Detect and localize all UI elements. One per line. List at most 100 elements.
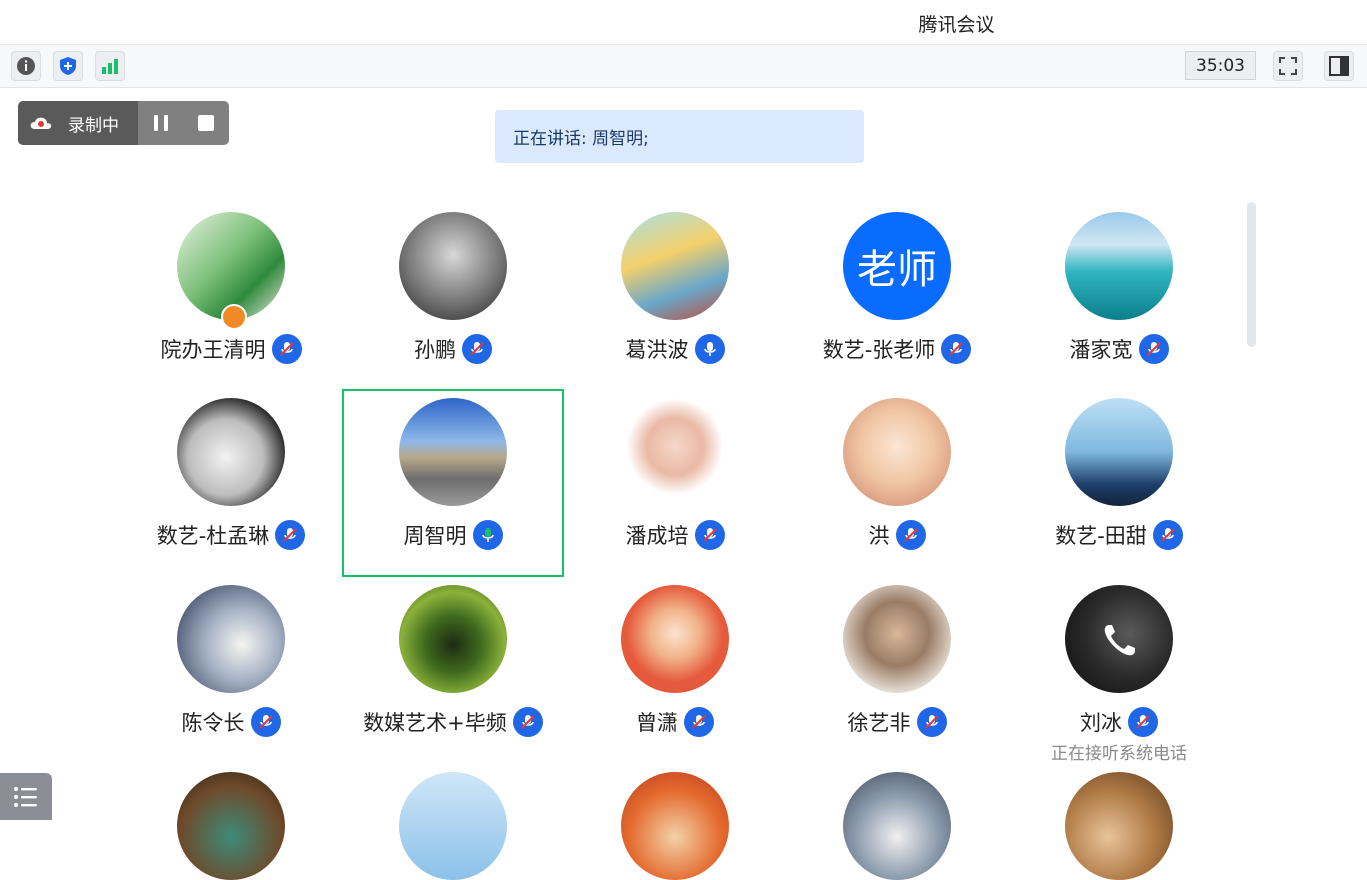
fullscreen-button[interactable] — [1273, 51, 1303, 81]
phone-call-icon — [1104, 625, 1135, 656]
avatar: 老师 — [843, 212, 951, 320]
mic-muted-icon — [1128, 707, 1158, 737]
participant-name: 数艺-张老师 — [822, 338, 936, 362]
avatar — [621, 585, 729, 693]
network-status-button[interactable] — [95, 51, 125, 81]
meeting-toolbar: 35:03 — [0, 44, 1367, 88]
pause-recording-button[interactable] — [150, 112, 172, 134]
participant-name: 曾潇 — [636, 711, 678, 735]
recording-label: 录制中 — [68, 115, 119, 136]
mic-muted-icon — [694, 520, 725, 550]
mic-muted-icon — [895, 520, 926, 550]
participant-name-row: 洪 — [786, 520, 1008, 550]
avatar — [843, 585, 951, 693]
participant-name: 刘冰 — [1080, 711, 1122, 735]
mic-muted-icon — [271, 334, 302, 364]
participant-name-row: 潘家宽 — [1008, 334, 1230, 364]
signal-icon — [102, 59, 118, 74]
avatar — [399, 585, 507, 693]
avatar — [621, 212, 729, 320]
participant-name-row: 数媒艺术+毕频 — [342, 707, 564, 737]
avatar — [621, 398, 729, 506]
participant-name: 洪 — [868, 524, 890, 548]
mic-muted-icon — [275, 520, 306, 550]
mic-on-icon — [694, 334, 725, 364]
participant-tile[interactable]: 潘成培 — [564, 390, 786, 578]
toggle-sidebar-button[interactable] — [1324, 51, 1354, 81]
list-icon — [14, 786, 37, 807]
participant-tile[interactable]: 刘冰 正在接听系统电话 — [1008, 577, 1230, 765]
shield-icon — [60, 57, 76, 75]
avatar — [177, 398, 285, 506]
participant-name: 潘成培 — [625, 524, 689, 548]
participant-name-row: 数艺-杜孟琳 — [120, 520, 342, 550]
participant-name-row: 数艺-张老师 — [786, 334, 1008, 364]
mic-muted-icon — [462, 334, 492, 364]
avatar — [1065, 585, 1173, 693]
participant-tile[interactable]: 陈令长 — [120, 577, 342, 765]
scrollbar[interactable] — [1247, 202, 1256, 347]
recording-controls: 录制中 — [18, 101, 229, 145]
avatar[interactable] — [1065, 772, 1173, 880]
avatar — [1065, 212, 1173, 320]
participant-name-row: 周智明 — [342, 520, 564, 550]
avatar — [399, 398, 507, 506]
participant-name: 周智明 — [403, 524, 467, 548]
meeting-timer: 35:03 — [1185, 51, 1256, 80]
participant-name: 孙鹏 — [414, 338, 456, 362]
mic-speaking-icon — [472, 520, 503, 550]
participant-status-text: 正在接听系统电话 — [1051, 744, 1187, 764]
avatar — [1065, 398, 1173, 506]
participant-name: 院办王清明 — [160, 338, 266, 362]
participant-name-row: 葛洪波 — [564, 334, 786, 364]
participant-tile[interactable]: 孙鹏 — [342, 204, 564, 392]
avatar[interactable] — [843, 772, 951, 880]
participant-tile[interactable]: 洪 — [786, 390, 1008, 578]
avatar — [177, 585, 285, 693]
participant-tile[interactable]: 老师 数艺-张老师 — [786, 204, 1008, 392]
mic-muted-icon — [1152, 520, 1183, 550]
participant-name: 徐艺非 — [847, 711, 911, 735]
mic-muted-icon — [512, 707, 543, 737]
participant-tile[interactable]: 数媒艺术+毕频 — [342, 577, 564, 765]
mic-muted-icon — [250, 707, 281, 737]
fullscreen-icon — [1279, 57, 1297, 75]
participant-name: 陈令长 — [181, 711, 245, 735]
meeting-info-button[interactable] — [11, 51, 41, 81]
participant-tile[interactable]: 院办王清明 — [120, 204, 342, 392]
participant-name: 葛洪波 — [625, 338, 689, 362]
participant-tile[interactable]: 数艺-杜孟琳 — [120, 390, 342, 578]
participant-name: 数艺-杜孟琳 — [156, 524, 270, 548]
participant-tile[interactable]: 徐艺非 — [786, 577, 1008, 765]
mic-muted-icon — [916, 707, 947, 737]
avatar[interactable] — [399, 772, 507, 880]
participant-tile[interactable]: 曾潇 — [564, 577, 786, 765]
mic-muted-icon — [684, 707, 714, 737]
participant-name-row: 陈令长 — [120, 707, 342, 737]
participant-name-row: 潘成培 — [564, 520, 786, 550]
participant-tile-speaking[interactable]: 周智明 — [342, 389, 564, 577]
avatar[interactable] — [621, 772, 729, 880]
participant-tile[interactable]: 葛洪波 — [564, 204, 786, 392]
participant-tile[interactable]: 潘家宽 — [1008, 204, 1230, 392]
app-title: 腾讯会议 — [918, 14, 995, 36]
speaking-indicator: 正在讲话: 周智明; — [495, 110, 864, 163]
participant-name-row: 院办王清明 — [120, 334, 342, 364]
avatar[interactable] — [177, 772, 285, 880]
info-icon — [17, 57, 35, 75]
participant-name-row: 数艺-田甜 — [1008, 520, 1230, 550]
security-button[interactable] — [53, 51, 83, 81]
avatar — [399, 212, 507, 320]
recording-status: 录制中 — [18, 101, 138, 145]
host-badge-icon — [221, 304, 247, 330]
stop-recording-button[interactable] — [195, 112, 217, 134]
mic-muted-icon — [941, 334, 972, 364]
participant-name-row: 徐艺非 — [786, 707, 1008, 737]
participant-tile[interactable]: 数艺-田甜 — [1008, 390, 1230, 578]
title-bar: 腾讯会议 — [0, 0, 1367, 44]
participant-name-row: 刘冰 — [1008, 707, 1230, 737]
cloud-record-icon — [30, 117, 52, 129]
sidebar-panel-icon — [1329, 56, 1349, 76]
avatar — [843, 398, 951, 506]
participant-list-button[interactable] — [0, 773, 52, 820]
